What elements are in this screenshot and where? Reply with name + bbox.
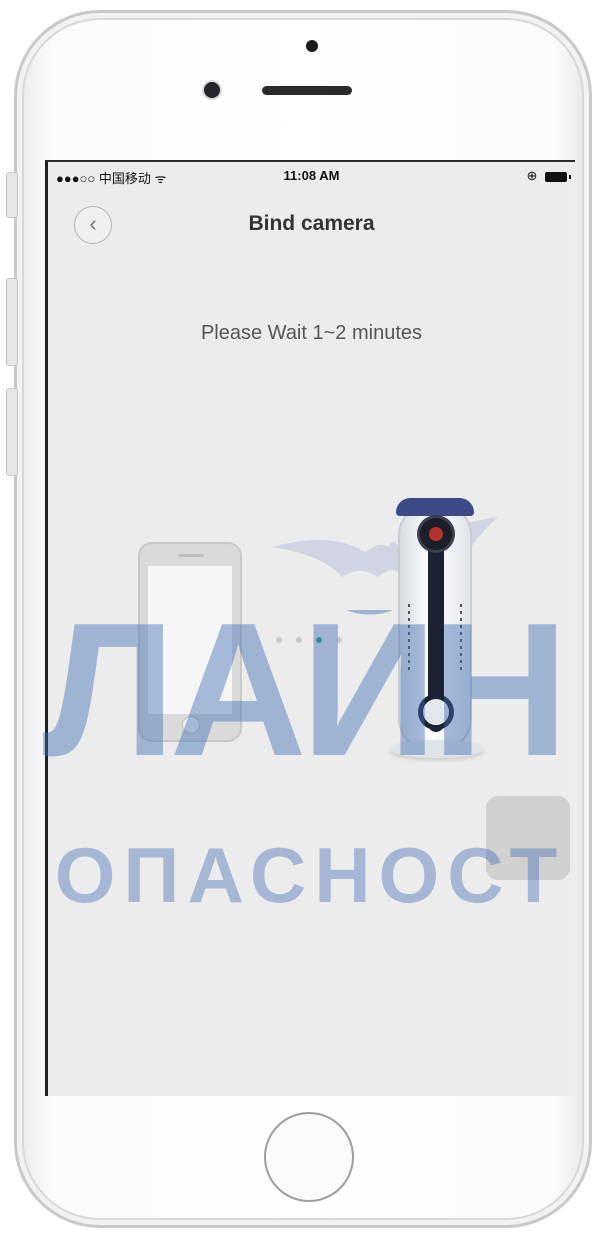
earpiece-speaker (262, 86, 352, 95)
volume-down-button (6, 388, 18, 476)
phone-illustration-speaker (178, 554, 204, 557)
watermark-line1: ЛАЙН (42, 610, 568, 770)
status-time: 11:08 AM (283, 168, 340, 183)
orientation-lock-icon: ⊕ (526, 168, 538, 183)
watermark-line2: ОПАСНОСТ (54, 840, 566, 910)
volume-up-button (6, 278, 18, 366)
camera-lens-icon (420, 518, 452, 550)
status-right: ⊕ (526, 168, 571, 184)
mute-switch (6, 172, 18, 218)
camera-cap (396, 498, 474, 516)
home-button-icon[interactable] (264, 1112, 354, 1202)
battery-icon (545, 171, 571, 182)
status-bar: ●●●○○ 中国移动 ᯤ 11:08 AM ⊕ (56, 168, 571, 188)
front-camera-icon (204, 82, 220, 98)
page-title: Bind camera (248, 212, 375, 235)
proximity-sensor (306, 40, 318, 52)
wait-message: Please Wait 1~2 minutes (200, 322, 423, 344)
